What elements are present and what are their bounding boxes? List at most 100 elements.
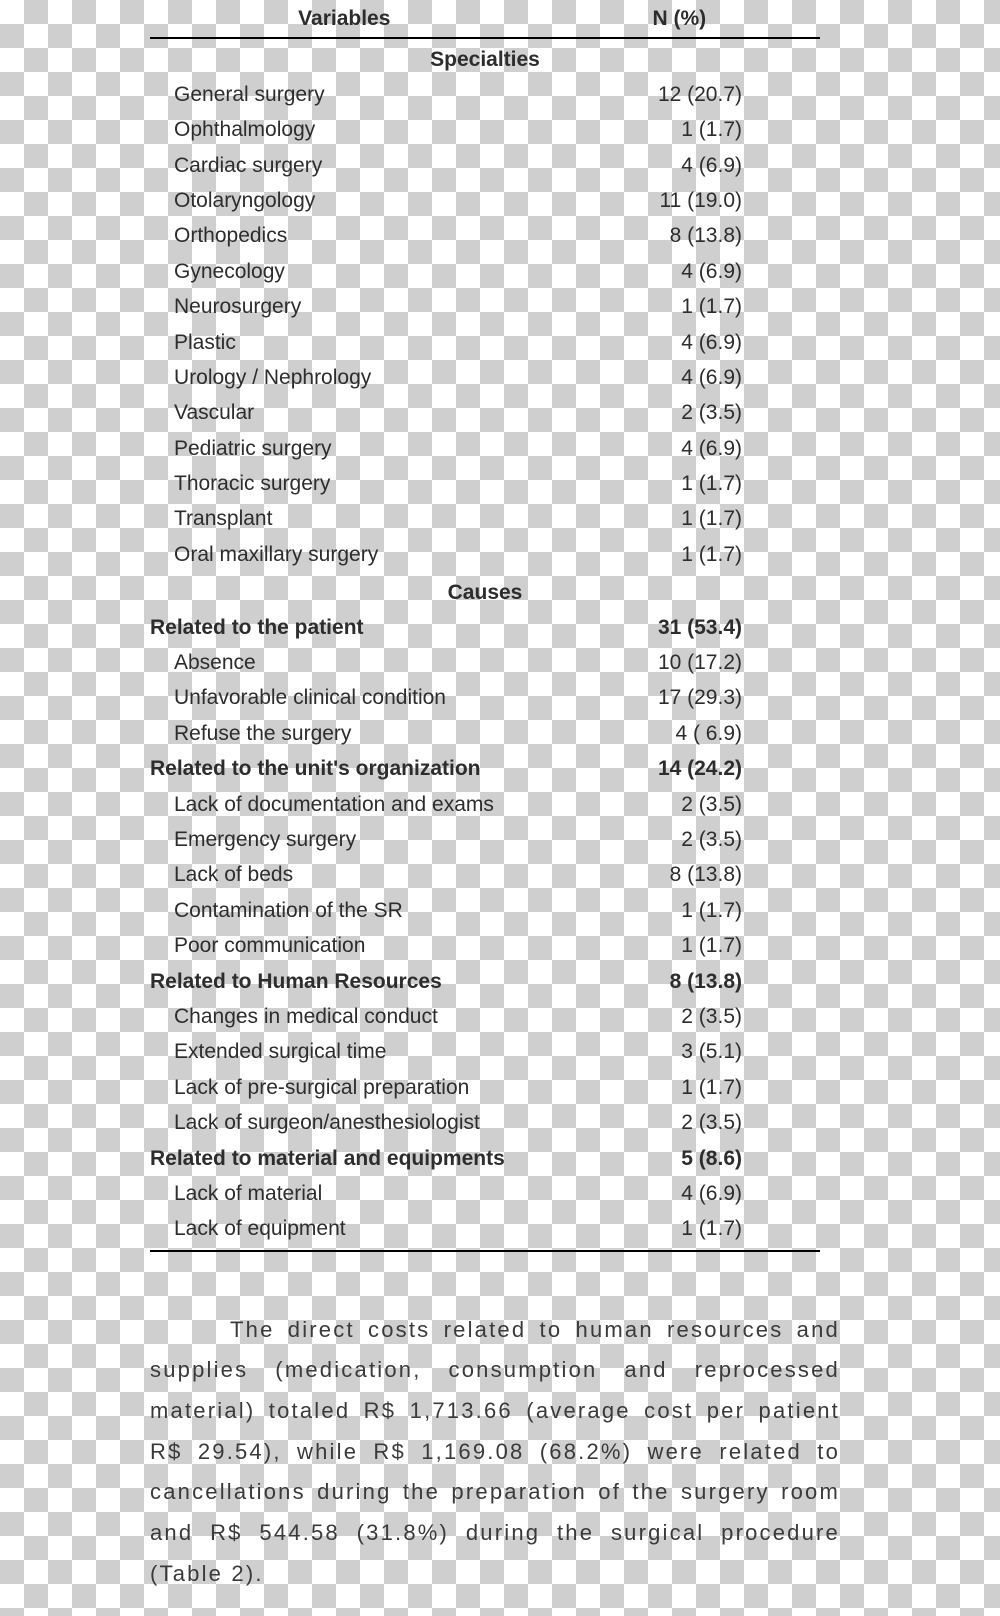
table-row: Absence10 (17.2)	[150, 645, 820, 680]
row-value: 1 (1.7)	[539, 1070, 820, 1105]
row-value: 4 (6.9)	[539, 1176, 820, 1211]
row-value: 2 (3.5)	[539, 822, 820, 857]
row-value: 10 (17.2)	[539, 645, 820, 680]
row-value: 8 (13.8)	[539, 964, 820, 999]
table-row: Urology / Nephrology4 (6.9)	[150, 360, 820, 395]
row-label: Neurosurgery	[150, 289, 539, 324]
document-page: Variables N (%) SpecialtiesGeneral surge…	[150, 0, 820, 1616]
row-label: Related to the patient	[150, 610, 539, 645]
table-row: Cardiac surgery4 (6.9)	[150, 148, 820, 183]
table-row: Contamination of the SR1 (1.7)	[150, 893, 820, 928]
row-value: 2 (3.5)	[539, 787, 820, 822]
row-label: Lack of documentation and exams	[150, 787, 539, 822]
row-value: 1 (1.7)	[539, 501, 820, 536]
row-value: 4 ( 6.9)	[539, 716, 820, 751]
row-value: 12 (20.7)	[539, 77, 820, 112]
table-row: Transplant1 (1.7)	[150, 501, 820, 536]
row-value: 2 (3.5)	[539, 999, 820, 1034]
table-row: Poor communication1 (1.7)	[150, 928, 820, 963]
row-label: Vascular	[150, 395, 539, 430]
paragraph-text: The direct costs related to human resour…	[150, 1317, 840, 1586]
row-value: 8 (13.8)	[539, 857, 820, 892]
row-value: 1 (1.7)	[539, 537, 820, 572]
table-row: General surgery12 (20.7)	[150, 77, 820, 112]
table-row: Pediatric surgery4 (6.9)	[150, 431, 820, 466]
row-label: Orthopedics	[150, 218, 539, 253]
row-label: Related to the unit's organization	[150, 751, 539, 786]
table-row: Lack of surgeon/anesthesiologist2 (3.5)	[150, 1105, 820, 1140]
body-paragraph: The direct costs related to human resour…	[150, 1310, 840, 1595]
row-label: Refuse the surgery	[150, 716, 539, 751]
row-label: Extended surgical time	[150, 1034, 539, 1069]
row-value: 1 (1.7)	[539, 466, 820, 501]
row-label: General surgery	[150, 77, 539, 112]
row-label: Related to material and equipments	[150, 1141, 539, 1176]
row-value: 31 (53.4)	[539, 610, 820, 645]
row-label: Changes in medical conduct	[150, 999, 539, 1034]
row-value: 8 (13.8)	[539, 218, 820, 253]
table-row: Extended surgical time3 (5.1)	[150, 1034, 820, 1069]
table-header-n-pct: N (%)	[539, 0, 820, 38]
table-row: Lack of documentation and exams2 (3.5)	[150, 787, 820, 822]
table-row: Refuse the surgery4 ( 6.9)	[150, 716, 820, 751]
row-label: Absence	[150, 645, 539, 680]
table-row: Lack of equipment1 (1.7)	[150, 1211, 820, 1250]
row-label: Lack of material	[150, 1176, 539, 1211]
table-row: Lack of material4 (6.9)	[150, 1176, 820, 1211]
table-row: Plastic4 (6.9)	[150, 325, 820, 360]
row-value: 1 (1.7)	[539, 289, 820, 324]
row-value: 4 (6.9)	[539, 360, 820, 395]
row-value: 2 (3.5)	[539, 395, 820, 430]
table-row: Vascular2 (3.5)	[150, 395, 820, 430]
section-title-specialties: Specialties	[150, 38, 820, 76]
table-row: Related to Human Resources8 (13.8)	[150, 964, 820, 999]
row-label: Urology / Nephrology	[150, 360, 539, 395]
row-value: 3 (5.1)	[539, 1034, 820, 1069]
row-label: Gynecology	[150, 254, 539, 289]
row-value: 5 (8.6)	[539, 1141, 820, 1176]
row-label: Contamination of the SR	[150, 893, 539, 928]
table-row: Lack of pre-surgical preparation1 (1.7)	[150, 1070, 820, 1105]
row-value: 17 (29.3)	[539, 680, 820, 715]
data-table: Variables N (%) SpecialtiesGeneral surge…	[150, 0, 820, 1252]
section-title-causes: Causes	[150, 572, 820, 609]
table-row: Oral maxillary surgery1 (1.7)	[150, 537, 820, 572]
row-label: Emergency surgery	[150, 822, 539, 857]
row-value: 4 (6.9)	[539, 148, 820, 183]
row-label: Lack of pre-surgical preparation	[150, 1070, 539, 1105]
table-row: Lack of beds8 (13.8)	[150, 857, 820, 892]
row-label: Ophthalmology	[150, 112, 539, 147]
row-label: Transplant	[150, 501, 539, 536]
row-value: 2 (3.5)	[539, 1105, 820, 1140]
table-row: Unfavorable clinical condition17 (29.3)	[150, 680, 820, 715]
row-label: Lack of equipment	[150, 1211, 539, 1250]
table-row: Neurosurgery1 (1.7)	[150, 289, 820, 324]
row-label: Unfavorable clinical condition	[150, 680, 539, 715]
table-row: Thoracic surgery1 (1.7)	[150, 466, 820, 501]
table-row: Related to the patient31 (53.4)	[150, 610, 820, 645]
table-row: Otolaryngology11 (19.0)	[150, 183, 820, 218]
table-row: Emergency surgery2 (3.5)	[150, 822, 820, 857]
row-label: Related to Human Resources	[150, 964, 539, 999]
row-label: Lack of beds	[150, 857, 539, 892]
row-label: Oral maxillary surgery	[150, 537, 539, 572]
table-row: Gynecology4 (6.9)	[150, 254, 820, 289]
row-label: Pediatric surgery	[150, 431, 539, 466]
row-label: Otolaryngology	[150, 183, 539, 218]
row-value: 1 (1.7)	[539, 928, 820, 963]
row-value: 4 (6.9)	[539, 325, 820, 360]
row-value: 4 (6.9)	[539, 431, 820, 466]
row-label: Cardiac surgery	[150, 148, 539, 183]
row-value: 1 (1.7)	[539, 112, 820, 147]
table-row: Related to the unit's organization14 (24…	[150, 751, 820, 786]
row-label: Lack of surgeon/anesthesiologist	[150, 1105, 539, 1140]
table-row: Related to material and equipments5 (8.6…	[150, 1141, 820, 1176]
row-value: 1 (1.7)	[539, 893, 820, 928]
table-row: Ophthalmology1 (1.7)	[150, 112, 820, 147]
row-label: Plastic	[150, 325, 539, 360]
table-header-variables: Variables	[150, 0, 539, 38]
row-value: 1 (1.7)	[539, 1211, 820, 1250]
row-value: 14 (24.2)	[539, 751, 820, 786]
row-value: 11 (19.0)	[539, 183, 820, 218]
table-row: Orthopedics8 (13.8)	[150, 218, 820, 253]
